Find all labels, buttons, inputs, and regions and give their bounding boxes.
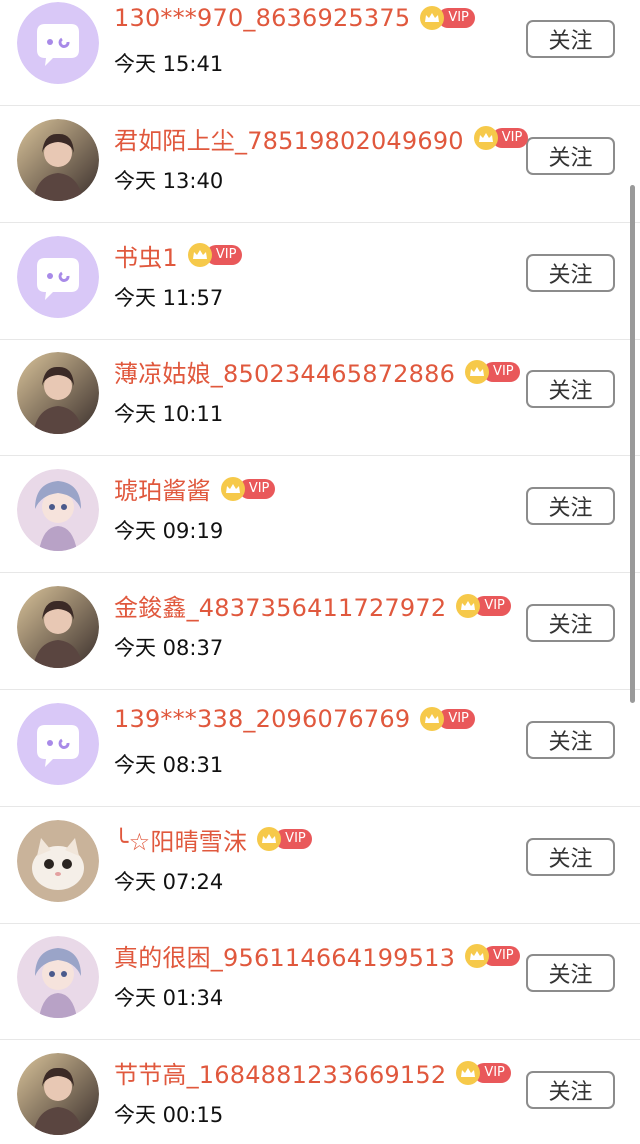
follow-button[interactable]: 关注 [526, 20, 615, 58]
avatar[interactable] [17, 352, 99, 435]
follow-button[interactable]: 关注 [526, 604, 615, 642]
name-line: 书虫1 VIP [114, 238, 243, 273]
follow-button[interactable]: 关注 [526, 136, 615, 175]
name-line: ╰☆阳晴雪沫 VIP [114, 822, 312, 857]
timestamp: 今天 13:40 [114, 168, 224, 193]
username[interactable]: ╰☆阳晴雪沫 [114, 822, 247, 857]
avatar[interactable] [17, 586, 99, 668]
avatar[interactable] [17, 819, 99, 902]
timestamp: 今天 07:24 [114, 869, 224, 894]
name-line: 薄凉姑娘_850234465872886 VIP [114, 354, 520, 389]
crown-icon [473, 126, 498, 151]
username[interactable]: 130***970_8636925375 [114, 4, 410, 32]
vip-badge: VIP [187, 243, 243, 268]
username[interactable]: 节节高_1684881233669152 [114, 1055, 446, 1090]
vip-badge: VIP [456, 1060, 511, 1085]
timestamp: 今天 08:37 [114, 636, 224, 660]
crown-icon [187, 243, 212, 268]
avatar[interactable] [17, 235, 99, 318]
avatar[interactable] [17, 118, 99, 201]
list-item[interactable]: 节节高_1684881233669152 VIP 今天 00:15 关注 [0, 1041, 640, 1144]
crown-icon [465, 359, 490, 384]
vip-badge: VIP [465, 359, 520, 384]
follow-button[interactable]: 关注 [526, 370, 615, 409]
vip-badge: VIP [473, 126, 529, 151]
crown-icon [465, 943, 490, 968]
list-item[interactable]: 金鋑鑫_4837356411727972 VIP 今天 08:37 关注 [0, 574, 640, 690]
crown-icon [420, 6, 445, 30]
list-item[interactable]: 薄凉姑娘_850234465872886 VIP 今天 10:11 关注 [0, 340, 640, 457]
follow-button[interactable]: 关注 [526, 954, 615, 993]
follow-button[interactable]: 关注 [526, 487, 615, 526]
list-item[interactable]: 真的很困_956114664199513 VIP 今天 01:34 关注 [0, 924, 640, 1041]
follow-button[interactable]: 关注 [526, 720, 615, 759]
timestamp: 今天 11:57 [114, 285, 224, 310]
username[interactable]: 书虫1 [114, 238, 178, 273]
follow-button[interactable]: 关注 [526, 253, 615, 292]
username[interactable]: 真的很困_956114664199513 [114, 938, 455, 973]
vip-badge: VIP [220, 476, 276, 501]
crown-icon [456, 593, 481, 618]
username[interactable]: 139***338_2096076769 [114, 705, 410, 733]
crown-icon [220, 476, 245, 501]
name-line: 金鋑鑫_4837356411727972 VIP [114, 588, 511, 623]
username[interactable]: 琥珀酱酱 [114, 471, 211, 506]
crown-icon [420, 706, 445, 731]
crown-icon [257, 827, 282, 852]
name-line: 琥珀酱酱 VIP [114, 471, 276, 506]
name-line: 节节高_1684881233669152 VIP [114, 1055, 511, 1090]
timestamp: 今天 15:41 [114, 52, 224, 76]
avatar[interactable] [17, 936, 99, 1019]
username[interactable]: 君如陌上尘_78519802049690 [114, 121, 464, 156]
name-line: 139***338_2096076769 VIP [114, 705, 475, 733]
avatar[interactable] [17, 702, 99, 785]
list-item[interactable]: 130***970_8636925375 VIP 今天 15:41 关注 [0, 0, 640, 106]
name-line: 君如陌上尘_78519802049690 VIP [114, 121, 529, 156]
list-item[interactable]: 君如陌上尘_78519802049690 VIP 今天 13:40 关注 [0, 107, 640, 223]
timestamp: 今天 08:31 [114, 752, 224, 777]
timestamp: 今天 09:19 [114, 519, 224, 544]
vip-badge: VIP [456, 593, 511, 618]
vip-badge: VIP [420, 6, 475, 30]
timestamp: 今天 01:34 [114, 986, 224, 1011]
crown-icon [456, 1060, 481, 1085]
list-item[interactable]: ╰☆阳晴雪沫 VIP 今天 07:24 关注 [0, 808, 640, 924]
vip-badge: VIP [257, 827, 312, 852]
list-item[interactable]: 琥珀酱酱 VIP 今天 09:19 关注 [0, 457, 640, 574]
follow-button[interactable]: 关注 [526, 837, 615, 876]
avatar[interactable] [17, 469, 99, 552]
timestamp: 今天 00:15 [114, 1103, 224, 1128]
avatar[interactable] [17, 2, 99, 84]
follow-button[interactable]: 关注 [526, 1071, 615, 1110]
name-line: 真的很困_956114664199513 VIP [114, 938, 520, 973]
username[interactable]: 薄凉姑娘_850234465872886 [114, 354, 455, 389]
list-item[interactable]: 139***338_2096076769 VIP 今天 08:31 关注 [0, 691, 640, 807]
avatar[interactable] [17, 1053, 99, 1136]
name-line: 130***970_8636925375 VIP [114, 4, 475, 32]
vip-badge: VIP [465, 943, 520, 968]
scrollbar[interactable] [630, 185, 635, 703]
following-list: 130***970_8636925375 VIP 今天 15:41 关注 君如陌上尘_… [0, 0, 640, 1144]
username[interactable]: 金鋑鑫_4837356411727972 [114, 588, 446, 623]
timestamp: 今天 10:11 [114, 402, 224, 427]
list-item[interactable]: 书虫1 VIP 今天 11:57 关注 [0, 224, 640, 340]
vip-badge: VIP [420, 706, 475, 731]
